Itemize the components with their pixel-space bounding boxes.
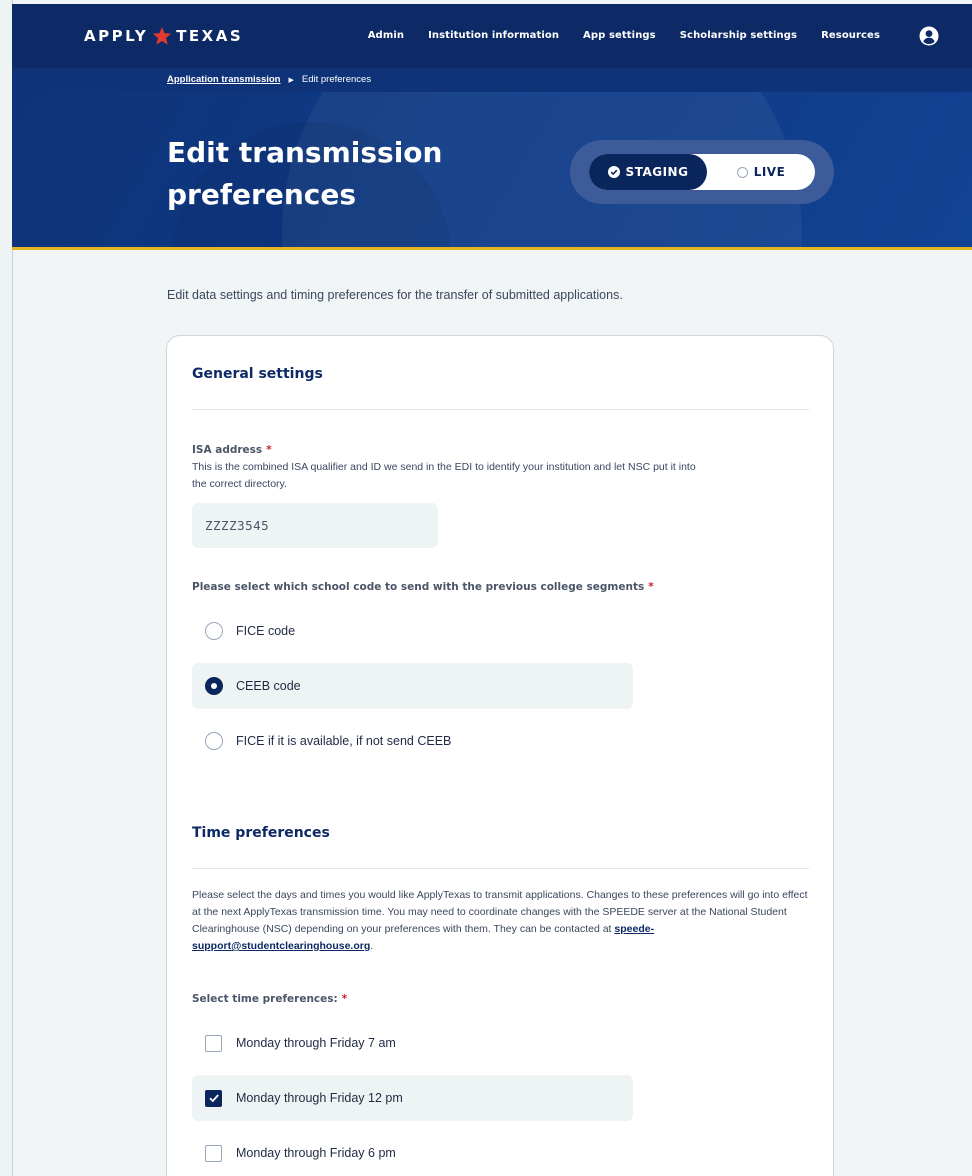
page-hero: Edit transmission preferences STAGING LI…: [12, 92, 972, 250]
logo-word-apply: APPLY: [84, 27, 149, 45]
top-navbar: APPLY TEXAS Admin Institution informatio…: [12, 4, 972, 68]
breadcrumb-current: Edit preferences: [301, 74, 372, 85]
toggle-staging-option[interactable]: STAGING: [589, 154, 707, 190]
isa-address-label: ISA address *: [192, 444, 272, 456]
checkbox-checked[interactable]: [205, 1089, 222, 1107]
environment-toggle: STAGING LIVE: [570, 140, 834, 204]
check-circle-icon: [607, 166, 620, 178]
checkbox[interactable]: [205, 1034, 222, 1052]
nav-app-settings[interactable]: App settings: [583, 30, 656, 41]
divider: [192, 868, 809, 869]
breadcrumb: Application transmission ▶ Edit preferen…: [167, 74, 371, 85]
divider: [192, 409, 809, 410]
isa-address-help: This is the combined ISA qualifier and I…: [192, 461, 696, 490]
nav-resources[interactable]: Resources: [821, 30, 880, 41]
isa-address-input[interactable]: [192, 503, 438, 548]
toggle-live-label: LIVE: [753, 165, 786, 179]
school-code-label-text: Please select which school code to send …: [192, 581, 645, 593]
empty-circle-icon: [736, 166, 748, 178]
time-preferences-help: Please select the days and times you wou…: [192, 887, 809, 955]
breadcrumb-link-application-transmission[interactable]: Application transmission: [167, 74, 281, 85]
page-title: Edit transmission preferences: [167, 136, 443, 211]
time-option-6pm[interactable]: Monday through Friday 6 pm: [192, 1130, 633, 1176]
radio-button-selected[interactable]: [205, 677, 223, 695]
checkbox-label: Monday through Friday 7 am: [236, 1036, 396, 1050]
radio-label: CEEB code: [236, 679, 301, 693]
school-code-option-ceeb[interactable]: CEEB code: [192, 663, 633, 709]
checkmark-icon: [208, 1094, 219, 1103]
general-settings-heading: General settings: [192, 366, 323, 382]
nav-scholarship-settings[interactable]: Scholarship settings: [680, 30, 797, 41]
breadcrumb-bar: Application transmission ▶ Edit preferen…: [12, 68, 972, 92]
logo-word-texas: TEXAS: [176, 27, 244, 45]
isa-address-label-text: ISA address: [192, 444, 263, 456]
required-indicator: *: [266, 444, 272, 456]
school-code-label: Please select which school code to send …: [192, 581, 654, 593]
time-help-end: .: [370, 940, 374, 952]
applytexas-logo[interactable]: APPLY TEXAS: [84, 26, 243, 46]
toggle-staging-label: STAGING: [625, 165, 689, 179]
time-preferences-heading: Time preferences: [192, 825, 330, 841]
environment-toggle-track: STAGING LIVE: [589, 154, 815, 190]
user-account-icon[interactable]: [919, 26, 939, 46]
time-option-7am[interactable]: Monday through Friday 7 am: [192, 1020, 633, 1066]
time-option-12pm[interactable]: Monday through Friday 12 pm: [192, 1075, 633, 1121]
star-icon: [153, 26, 172, 45]
select-time-label-text: Select time preferences:: [192, 993, 338, 1005]
main-nav: Admin Institution information App settin…: [368, 30, 880, 41]
toggle-live-option[interactable]: LIVE: [707, 154, 815, 190]
radio-label: FICE if it is available, if not send CEE…: [236, 734, 452, 748]
nav-institution-information[interactable]: Institution information: [428, 30, 559, 41]
checkbox-label: Monday through Friday 6 pm: [236, 1146, 396, 1160]
preferences-card: General settings ISA address * This is th…: [166, 335, 834, 1176]
radio-label: FICE code: [236, 624, 296, 638]
school-code-option-fice-or-ceeb[interactable]: FICE if it is available, if not send CEE…: [192, 718, 633, 764]
radio-button[interactable]: [205, 732, 223, 750]
required-indicator: *: [648, 581, 654, 593]
required-indicator: *: [341, 993, 348, 1005]
radio-button[interactable]: [205, 622, 223, 640]
nav-admin[interactable]: Admin: [368, 30, 404, 41]
checkbox[interactable]: [205, 1144, 222, 1162]
select-time-preferences-label: Select time preferences: *: [192, 993, 347, 1005]
time-help-text: Please select the days and times you wou…: [192, 889, 808, 935]
breadcrumb-separator-icon: ▶: [288, 76, 294, 84]
school-code-option-fice[interactable]: FICE code: [192, 608, 633, 654]
checkbox-label: Monday through Friday 12 pm: [236, 1091, 403, 1105]
page-intro: Edit data settings and timing preference…: [167, 288, 623, 302]
